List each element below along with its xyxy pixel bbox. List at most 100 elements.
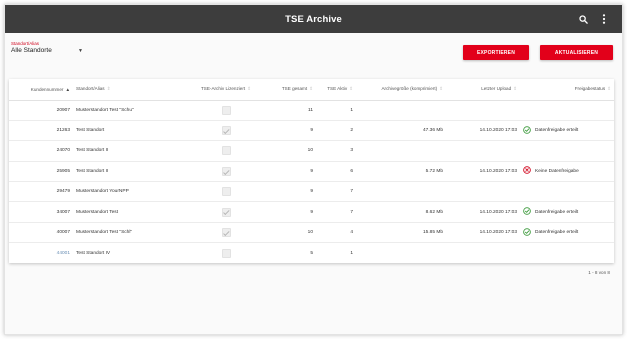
sort-icon: ⇕ — [439, 86, 443, 92]
license-checkbox — [221, 105, 231, 115]
column-header-upload[interactable]: Letzter Upload ⇕ — [446, 79, 520, 101]
cell-upload: 14.10.2020 17:03 — [446, 161, 520, 183]
cell-standort: Musterstandort YourNPP — [73, 181, 187, 203]
cell-kundennummer: 21263 — [9, 120, 73, 142]
check-circle-icon — [523, 207, 531, 217]
column-header-groesse[interactable]: Archivegröße (komprimiert) ⇕ — [356, 79, 446, 101]
column-header-gesamt[interactable]: TSE gesamt ⇕ — [265, 79, 316, 101]
column-header-freigabe[interactable]: Freigabestatus ⇕ — [520, 79, 614, 101]
cell-gesamt: 9 — [265, 120, 316, 142]
export-button[interactable]: Exportieren — [463, 45, 529, 60]
more-vert-icon[interactable] — [598, 13, 610, 25]
chevron-down-icon: ▼ — [78, 47, 83, 54]
cell-freigabe — [520, 243, 614, 263]
license-checkbox — [221, 207, 231, 217]
cell-aktiv: 7 — [316, 181, 356, 203]
cell-gesamt: 10 — [265, 140, 316, 162]
cell-lizenziert — [187, 222, 265, 244]
cell-lizenziert — [187, 181, 265, 203]
standort-filter: Standort/Alias Alle Standorte ▼ — [11, 41, 91, 54]
status-text: Datenfreigabe erteilt — [535, 128, 579, 134]
cell-freigabe — [520, 100, 614, 121]
sort-arrow-up-icon: ▲ — [65, 86, 70, 92]
cell-lizenziert — [187, 161, 265, 183]
standort-select[interactable]: Alle Standorte ▼ — [11, 47, 91, 54]
license-checkbox — [221, 126, 231, 136]
cell-kundennummer: 34007 — [9, 201, 73, 223]
cell-standort: Test Standort II — [73, 161, 187, 183]
cell-lizenziert — [187, 243, 265, 263]
standort-select-value: Alle Standorte — [11, 47, 52, 54]
sort-icon: ⇕ — [106, 86, 111, 92]
search-icon[interactable] — [577, 13, 589, 25]
license-checkbox — [221, 146, 231, 156]
column-header-aktiv[interactable]: TSE Aktiv ⇕ — [316, 79, 356, 101]
sort-icon: ⇕ — [247, 86, 252, 92]
app-bar: TSE Archive — [5, 5, 622, 33]
cancel-circle-icon — [523, 166, 531, 176]
cell-freigabe: Datenfreigabe erteilt — [520, 201, 614, 223]
refresh-button[interactable]: Aktualisieren — [540, 45, 613, 60]
license-checkbox — [221, 228, 231, 238]
table-row[interactable]: 29479 Musterstandort YourNPP 9 7 — [9, 181, 614, 203]
tse-table-card: Kundennummer ▲ Standort/Alias ⇕ TSE-Archiv… — [9, 79, 614, 263]
cell-upload — [446, 243, 520, 263]
cell-groesse — [356, 181, 446, 203]
cell-groesse: 8.62 Mb — [356, 201, 446, 223]
sort-icon: ⇕ — [607, 86, 611, 92]
app-bar-actions — [577, 5, 610, 33]
cell-groesse — [356, 140, 446, 162]
column-header-kundennummer[interactable]: Kundennummer ▲ — [9, 79, 73, 101]
cell-lizenziert — [187, 120, 265, 142]
cell-gesamt: 9 — [265, 201, 316, 223]
cell-aktiv: 1 — [316, 100, 356, 121]
table-row[interactable]: 21263 Test Standort 9 2 47.36 Mb 14.10.2… — [9, 120, 614, 142]
cell-upload — [446, 100, 520, 121]
table-row[interactable]: 34007 Musterstandort Test 9 7 8.62 Mb 14… — [9, 201, 614, 223]
cell-upload — [446, 140, 520, 162]
table-row[interactable]: 25905 Test Standort II 9 6 5.72 Mb 14.10… — [9, 161, 614, 183]
cell-groesse: 5.72 Mb — [356, 161, 446, 183]
cell-standort: Musterstandort Test — [73, 201, 187, 223]
check-circle-icon — [523, 227, 531, 238]
check-circle-icon — [523, 125, 531, 136]
cell-groesse — [356, 100, 446, 121]
cell-kundennummer[interactable]: 44001 — [9, 243, 73, 263]
table-row[interactable]: 20907 Musterstandort Test "Schu" 11 1 — [9, 100, 614, 121]
status-text: Keine Datenfreigabe — [535, 168, 579, 174]
cell-standort: Musterstandort Test "Schl" — [73, 222, 187, 244]
cell-aktiv: 2 — [316, 120, 356, 142]
table-row[interactable]: 24070 Test Standort II 10 3 — [9, 140, 614, 162]
sort-icon: ⇕ — [513, 86, 517, 92]
cell-upload: 14.10.2020 17:03 — [446, 201, 520, 223]
cell-gesamt: 9 — [265, 161, 316, 183]
cell-lizenziert — [187, 100, 265, 121]
status: Keine Datenfreigabe — [523, 166, 611, 176]
column-header-standort[interactable]: Standort/Alias ⇕ — [73, 79, 187, 101]
license-checkbox — [221, 166, 231, 176]
cell-kundennummer: 20907 — [9, 100, 73, 121]
cell-gesamt: 10 — [265, 222, 316, 244]
table-row[interactable]: 44001 Test Standort IV 5 1 — [9, 243, 614, 263]
cell-kundennummer: 40007 — [9, 222, 73, 244]
license-checkbox — [221, 187, 231, 197]
table-body: 20907 Musterstandort Test "Schu" 11 1 21… — [9, 100, 614, 263]
cell-kundennummer: 24070 — [9, 140, 73, 162]
pagination-info: 1 - 8 von 8 — [588, 270, 610, 275]
cell-groesse — [356, 243, 446, 263]
cell-freigabe: Datenfreigabe erteilt — [520, 222, 614, 244]
license-checkbox — [221, 248, 231, 258]
cell-upload: 14.10.2020 17:03 — [446, 222, 520, 244]
table-header-row: Kundennummer ▲ Standort/Alias ⇕ TSE-Archiv… — [9, 79, 614, 101]
column-header-lizenziert[interactable]: TSE-Archiv Lizenziert ⇕ — [187, 79, 265, 101]
table-row[interactable]: 40007 Musterstandort Test "Schl" 10 4 15… — [9, 222, 614, 244]
status: Datenfreigabe erteilt — [523, 227, 611, 238]
cell-freigabe — [520, 140, 614, 162]
app-window: TSE Archive Standort/Alias Alle Standort… — [4, 4, 623, 335]
cell-aktiv: 1 — [350, 250, 353, 256]
cell-gesamt: 9 — [265, 181, 316, 203]
cell-standort: Musterstandort Test "Schu" — [73, 100, 187, 121]
cell-standort: Test Standort — [73, 120, 187, 142]
cell-kundennummer: 25905 — [9, 161, 73, 183]
cell-aktiv: 7 — [316, 201, 356, 223]
